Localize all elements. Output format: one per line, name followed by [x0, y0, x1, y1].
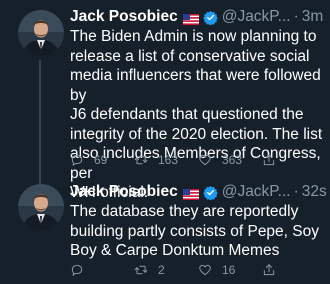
tweet[interactable]: Jack Posobiec @JackP... · 32s The databa… [0, 178, 330, 284]
us-flag-icon [182, 12, 199, 25]
retweet-icon [134, 265, 148, 275]
heart-icon [199, 154, 211, 166]
tweet-header: Jack Posobiec @JackP... · 32s [70, 183, 327, 201]
author-name[interactable]: Jack Posobiec [70, 183, 178, 201]
reply-button[interactable] [70, 263, 134, 277]
share-icon [263, 154, 275, 166]
separator-dot: · [293, 183, 299, 200]
author-name[interactable]: Jack Posobiec [70, 8, 178, 26]
timestamp[interactable]: 32s [302, 183, 327, 201]
retweet-count: 163 [158, 153, 179, 167]
reply-icon [71, 154, 83, 166]
thread-connector-line [39, 60, 41, 188]
tweet-text-line: release a list of conservative social [70, 47, 310, 65]
tweet-text-line: media influencers that were followed by [70, 67, 321, 104]
tweet-text-line: The Biden Admin is now planning to [70, 28, 317, 45]
verified-badge-icon [202, 10, 218, 25]
share-button[interactable] [262, 263, 276, 277]
tweet-text-line: The database they are reportedly [70, 203, 299, 220]
tweet-text-line: J6 defendants that questioned the [70, 106, 304, 123]
tweet-text-line: Boy & Carpe Donktum Memes [70, 242, 280, 259]
reply-icon [71, 264, 83, 276]
tweet[interactable]: Jack Posobiec @JackP... · 3m The Biden A… [0, 0, 330, 201]
like-count: 363 [222, 153, 243, 167]
timestamp[interactable]: 3m [302, 8, 324, 26]
like-button[interactable]: 363 [198, 153, 262, 167]
share-icon [263, 264, 275, 276]
like-button[interactable]: 16 [198, 263, 262, 277]
author-handle[interactable]: @JackP... [222, 8, 291, 26]
tweet-text: The Biden Admin is now planning to relea… [70, 27, 326, 203]
tweet-actions: 2 16 [70, 261, 320, 279]
like-count: 16 [222, 263, 236, 277]
avatar[interactable] [18, 184, 64, 230]
heart-icon [199, 264, 211, 276]
avatar[interactable] [18, 10, 64, 56]
tweet-header: Jack Posobiec @JackP... · 3m [70, 8, 326, 26]
tweet-actions: 69 163 363 [70, 151, 320, 169]
retweet-icon [134, 155, 148, 165]
share-button[interactable] [262, 153, 276, 167]
tweet-text-line: building partly consists of Pepe, Soy [70, 222, 319, 240]
reply-button[interactable]: 69 [70, 153, 134, 167]
reply-count: 69 [94, 153, 108, 167]
retweet-button[interactable]: 163 [134, 153, 198, 167]
us-flag-icon [182, 187, 199, 200]
tweet-text: The database they are reportedly buildin… [70, 202, 326, 261]
separator-dot: · [293, 8, 299, 25]
retweet-button[interactable]: 2 [134, 263, 198, 277]
tweet-text-line: integrity of the 2020 election. The list [70, 125, 323, 143]
author-handle[interactable]: @JackP... [222, 183, 291, 201]
verified-badge-icon [202, 185, 218, 200]
retweet-count: 2 [158, 263, 165, 277]
